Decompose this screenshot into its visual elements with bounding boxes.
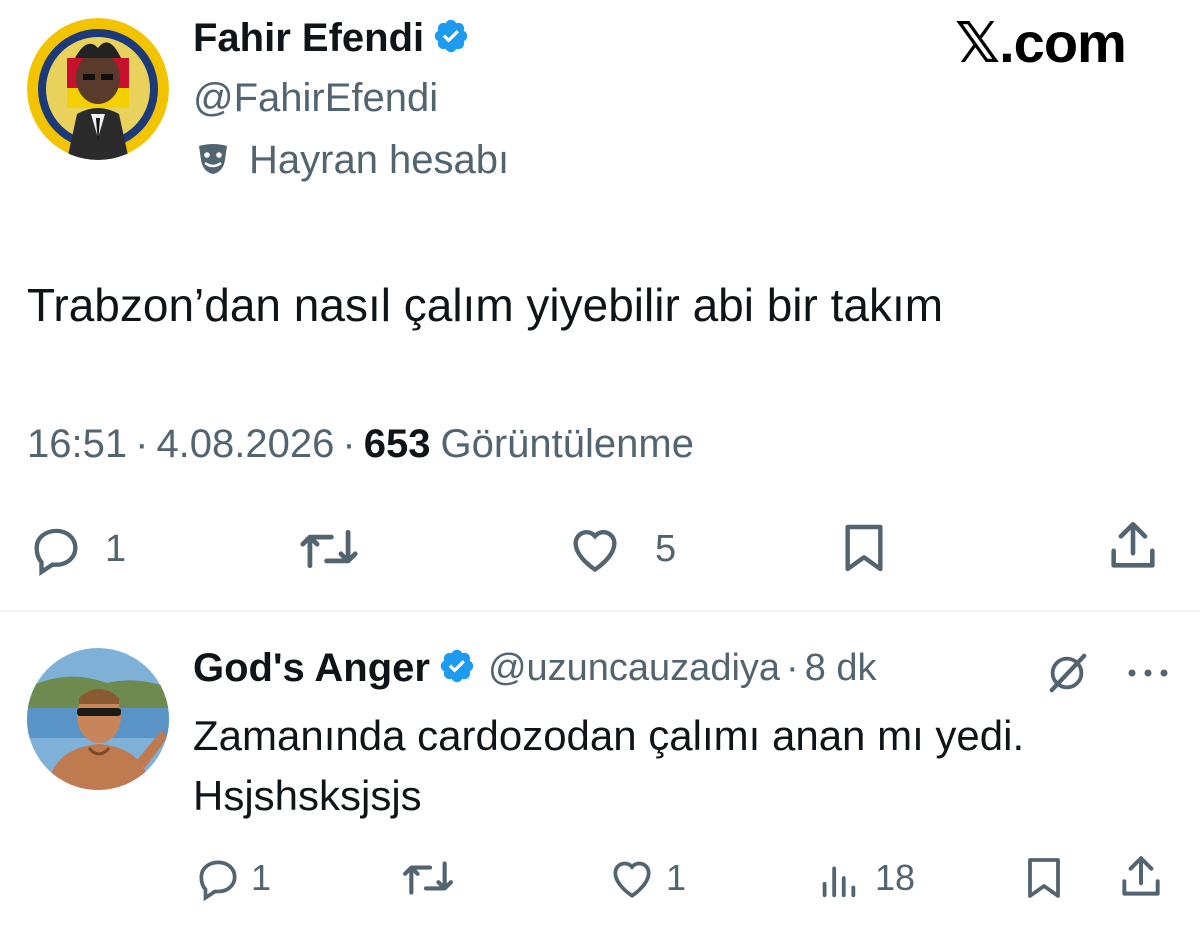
reply-text-line-2: Hsjshsksjsjs: [193, 772, 422, 819]
share-icon: [1122, 856, 1160, 896]
author-handle[interactable]: @FahirEfendi: [193, 76, 438, 121]
like-count: 5: [655, 527, 677, 570]
theater-masks-icon: [193, 138, 233, 183]
tweet-time[interactable]: 16:51: [27, 422, 127, 467]
share-button[interactable]: [1104, 516, 1162, 576]
retweet-icon: [300, 529, 358, 569]
heart-icon: [613, 861, 651, 898]
bookmark-icon: [845, 524, 883, 572]
reply-analytics-button[interactable]: 18: [815, 853, 915, 903]
x-logo-icon: 𝕏: [955, 11, 1000, 76]
reply-icon: [34, 528, 78, 577]
reply-age[interactable]: 8 dk: [805, 647, 877, 690]
avatar-fahir[interactable]: [27, 18, 169, 160]
retweet-button[interactable]: [298, 520, 360, 578]
reply-icon: [199, 860, 237, 902]
reply-share-button[interactable]: [1116, 850, 1166, 904]
x-com-watermark: 𝕏.com: [955, 10, 1127, 76]
like-button[interactable]: 5: [565, 520, 676, 578]
avatar-gods-anger[interactable]: [27, 648, 169, 790]
separator-dot: ·: [342, 422, 356, 466]
separator-dot: ·: [135, 422, 149, 466]
reply-author-name[interactable]: God's Anger: [193, 646, 430, 691]
reply-view-count: 18: [875, 857, 916, 898]
account-label: Hayran hesabı: [249, 138, 510, 182]
avatar-image: [27, 18, 169, 160]
reply-text-line-1: Zamanında cardozodan çalımı anan mı yedi…: [193, 712, 1025, 759]
views-label: Görüntülenme: [440, 422, 694, 466]
share-icon: [1111, 521, 1155, 568]
verified-badge-icon: [432, 17, 470, 60]
avatar-image: [27, 648, 169, 790]
analytics-icon: [822, 866, 856, 898]
retweet-icon: [403, 861, 453, 895]
reply-like-button[interactable]: 1: [606, 853, 686, 903]
reply-reply-button[interactable]: 1: [193, 853, 271, 903]
reply-reply-count: 1: [251, 857, 272, 898]
view-count: 653: [363, 422, 431, 466]
separator-dot: ·: [786, 647, 799, 689]
bookmark-icon: [1028, 858, 1060, 898]
heart-icon: [573, 530, 617, 573]
tweet-text: Trabzon’dan nasıl çalım yiyebilir abi bi…: [27, 279, 944, 331]
reply-retweet-button[interactable]: [400, 853, 456, 903]
tweet-divider: [0, 610, 1200, 612]
reply-bookmark-button[interactable]: [1020, 851, 1068, 905]
reply-like-count: 1: [666, 857, 687, 898]
reply-author-handle[interactable]: @uzuncauzadiya: [488, 647, 780, 690]
bookmark-button[interactable]: [836, 518, 892, 578]
watermark-domain: .com: [999, 11, 1127, 74]
tweet-date[interactable]: 4.08.2026: [156, 422, 334, 467]
reply-button[interactable]: 1: [27, 520, 126, 578]
author-name[interactable]: Fahir Efendi: [193, 16, 424, 61]
verified-badge-icon: [438, 647, 476, 690]
reply-count: 1: [105, 527, 127, 570]
grok-icon[interactable]: [1042, 650, 1092, 701]
more-options-icon[interactable]: [1126, 666, 1170, 684]
